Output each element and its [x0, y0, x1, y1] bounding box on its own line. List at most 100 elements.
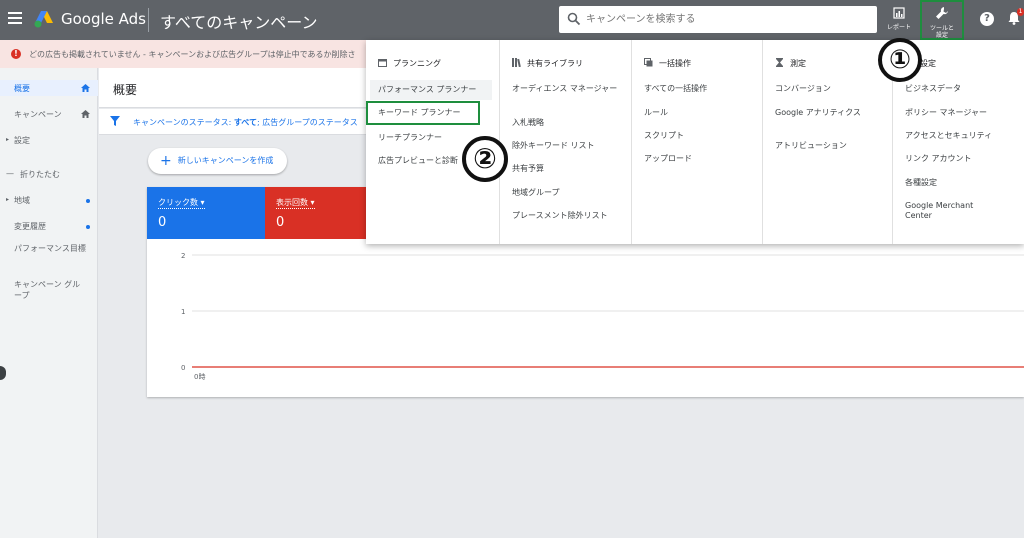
reports-icon — [893, 7, 905, 19]
expand-caret-icon: ▸ — [6, 196, 10, 203]
tools-label-line1: ツールと — [929, 25, 954, 32]
y-tick-label: 1 — [181, 308, 185, 316]
tools-and-settings-button[interactable]: ツールと 設定 — [920, 0, 964, 40]
sidebar-item-performance-goals[interactable]: パフォーマンス目標 — [0, 242, 98, 268]
home-icon — [81, 110, 90, 118]
sidebar-item-label: 設定 — [14, 136, 30, 145]
plus-icon: + — [160, 153, 172, 169]
menu-item-bid-strategies[interactable]: 入札戦略 — [512, 118, 544, 128]
sidebar-item-label: キャンペーン グループ — [14, 280, 81, 300]
brand-name[interactable]: Google Ads — [61, 10, 146, 28]
filter-suffix: ; 広告グループのステータス — [256, 118, 358, 127]
x-tick-label: 0時 — [194, 373, 205, 381]
sidebar-item-label: 折りたたむ — [20, 170, 60, 179]
reports-button[interactable]: レポート — [882, 3, 916, 37]
menu-column-measurement: 測定 コンバージョン Google アナリティクス アトリビューション — [763, 40, 893, 244]
menu-heading-measurement: 測定 — [775, 58, 806, 69]
metric-label: 表示回数 ▾ — [276, 198, 315, 209]
menu-item-linked-accounts[interactable]: リンク アカウント — [905, 154, 972, 164]
menu-icon[interactable] — [8, 12, 22, 26]
menu-item-all-bulk-actions[interactable]: すべての一括操作 — [644, 84, 707, 94]
menu-item-rules[interactable]: ルール — [644, 108, 668, 118]
top-app-bar: Google Ads すべてのキャンペーン レポート ツールと 設定 ? 1 — [0, 0, 1024, 40]
menu-item-negative-keyword-lists[interactable]: 除外キーワード リスト — [512, 141, 595, 151]
menu-item-keyword-planner[interactable]: キーワード プランナー — [366, 101, 480, 125]
menu-heading-bulk-actions: 一括操作 — [644, 58, 691, 69]
section-title: 概要 — [113, 83, 138, 97]
metric-value: 0 — [276, 215, 285, 230]
collapse-icon: — — [6, 169, 14, 178]
new-campaign-button[interactable]: + 新しいキャンペーンを作成 — [148, 148, 288, 174]
menu-item-access-security[interactable]: アクセスとセキュリティ — [905, 131, 992, 141]
menu-column-shared-library: 共有ライブラリ オーディエンス マネージャー 入札戦略 除外キーワード リスト … — [500, 40, 632, 244]
reports-label: レポート — [886, 24, 911, 31]
search-input[interactable] — [586, 10, 866, 29]
menu-item-performance-planner[interactable]: パフォーマンス プランナー — [370, 80, 492, 100]
menu-item-shared-budgets[interactable]: 共有予算 — [512, 164, 544, 174]
metric-clicks[interactable]: クリック数 ▾ 0 — [147, 187, 265, 239]
menu-heading-shared-library: 共有ライブラリ — [512, 58, 583, 69]
new-indicator-dot — [86, 199, 90, 203]
menu-item-conversions[interactable]: コンバージョン — [775, 84, 831, 94]
menu-item-google-analytics[interactable]: Google アナリティクス — [775, 108, 875, 118]
menu-item-ad-preview[interactable]: 広告プレビューと診断 — [378, 156, 458, 166]
tools-label-line2: 設定 — [935, 32, 948, 39]
filter-icon — [110, 116, 120, 126]
divider — [148, 8, 149, 32]
menu-item-policy-manager[interactable]: ポリシー マネージャー — [905, 108, 987, 118]
sidebar-item-label: パフォーマンス目標 — [14, 244, 86, 253]
sidebar-item-change-history[interactable]: 変更履歴 — [0, 218, 98, 234]
menu-item-audience-manager[interactable]: オーディエンス マネージャー — [512, 84, 626, 94]
filter-prefix: キャンペーンのステータス: — [133, 118, 232, 127]
sidebar-drag-handle[interactable] — [0, 366, 6, 380]
sidebar-item-label: キャンペーン — [14, 110, 62, 119]
tools-and-settings-menu: プランニング パフォーマンス プランナー キーワード プランナー リーチプランナ… — [366, 40, 1024, 244]
page-title: すべてのキャンペーン — [160, 13, 318, 32]
sidebar-item-label: 変更履歴 — [14, 222, 46, 231]
menu-item-reach-planner[interactable]: リーチプランナー — [378, 133, 442, 143]
new-indicator-dot — [86, 225, 90, 229]
help-icon[interactable]: ? — [980, 12, 994, 26]
sidebar-item-label: 概要 — [14, 84, 30, 93]
sidebar-item-campaign-groups[interactable]: キャンペーン グループ — [0, 278, 98, 304]
sidebar-item-overview[interactable]: 概要 — [0, 80, 98, 96]
menu-heading-planning: プランニング — [378, 58, 441, 69]
sidebar-item-locations[interactable]: ▸ 地域 — [0, 192, 98, 208]
y-tick-label: 2 — [181, 252, 185, 260]
sidebar-item-label: 地域 — [14, 196, 30, 205]
menu-item-scripts[interactable]: スクリプト — [644, 131, 684, 141]
notification-count-badge: 1 — [1017, 8, 1024, 16]
search-icon — [567, 12, 581, 26]
library-icon — [512, 58, 521, 67]
campaign-search[interactable] — [559, 6, 877, 33]
sidebar-item-settings[interactable]: ▸ 設定 — [0, 132, 98, 148]
menu-item-google-merchant-center[interactable]: Google Merchant Center — [905, 201, 985, 221]
wrench-icon — [936, 7, 948, 19]
error-icon: ! — [11, 49, 21, 59]
menu-item-business-data[interactable]: ビジネスデータ — [905, 84, 961, 94]
annotation-step-2: ② — [462, 136, 508, 182]
copy-icon — [644, 58, 653, 67]
home-icon — [81, 84, 90, 92]
calendar-icon — [378, 59, 387, 67]
new-campaign-label: 新しいキャンペーンを作成 — [177, 156, 274, 165]
google-ads-logo — [34, 11, 53, 28]
sidebar-item-campaigns[interactable]: キャンペーン — [0, 106, 98, 122]
performance-chart: 0 1 2 0時 — [181, 252, 1024, 381]
menu-item-uploads[interactable]: アップロード — [644, 154, 692, 164]
menu-item-attribution[interactable]: アトリビューション — [775, 141, 847, 151]
hourglass-icon — [776, 58, 783, 67]
expand-caret-icon: ▸ — [6, 136, 10, 143]
metric-label: クリック数 ▾ — [158, 198, 205, 209]
menu-item-preferences[interactable]: 各種設定 — [905, 178, 937, 188]
y-tick-label: 0 — [181, 364, 185, 372]
menu-item-placement-exclusions[interactable]: プレースメント除外リスト — [512, 211, 608, 221]
filter-value: すべて — [233, 118, 257, 127]
annotation-step-1: ① — [878, 38, 922, 82]
sidebar-item-collapse[interactable]: — 折りたたむ — [0, 166, 98, 182]
alert-text: どの広告も掲載されていません - キャンペーンおよび広告グループは停止中であるか… — [29, 50, 356, 59]
menu-item-location-groups[interactable]: 地域グループ — [512, 188, 560, 198]
menu-column-bulk-actions: 一括操作 すべての一括操作 ルール スクリプト アップロード — [632, 40, 763, 244]
filter-text[interactable]: キャンペーンのステータス: すべて; 広告グループのステータス — [133, 117, 358, 128]
sidebar: 概要 キャンペーン ▸ 設定 — 折りたたむ ▸ 地域 変更履歴 パフォーマンス… — [0, 68, 98, 538]
